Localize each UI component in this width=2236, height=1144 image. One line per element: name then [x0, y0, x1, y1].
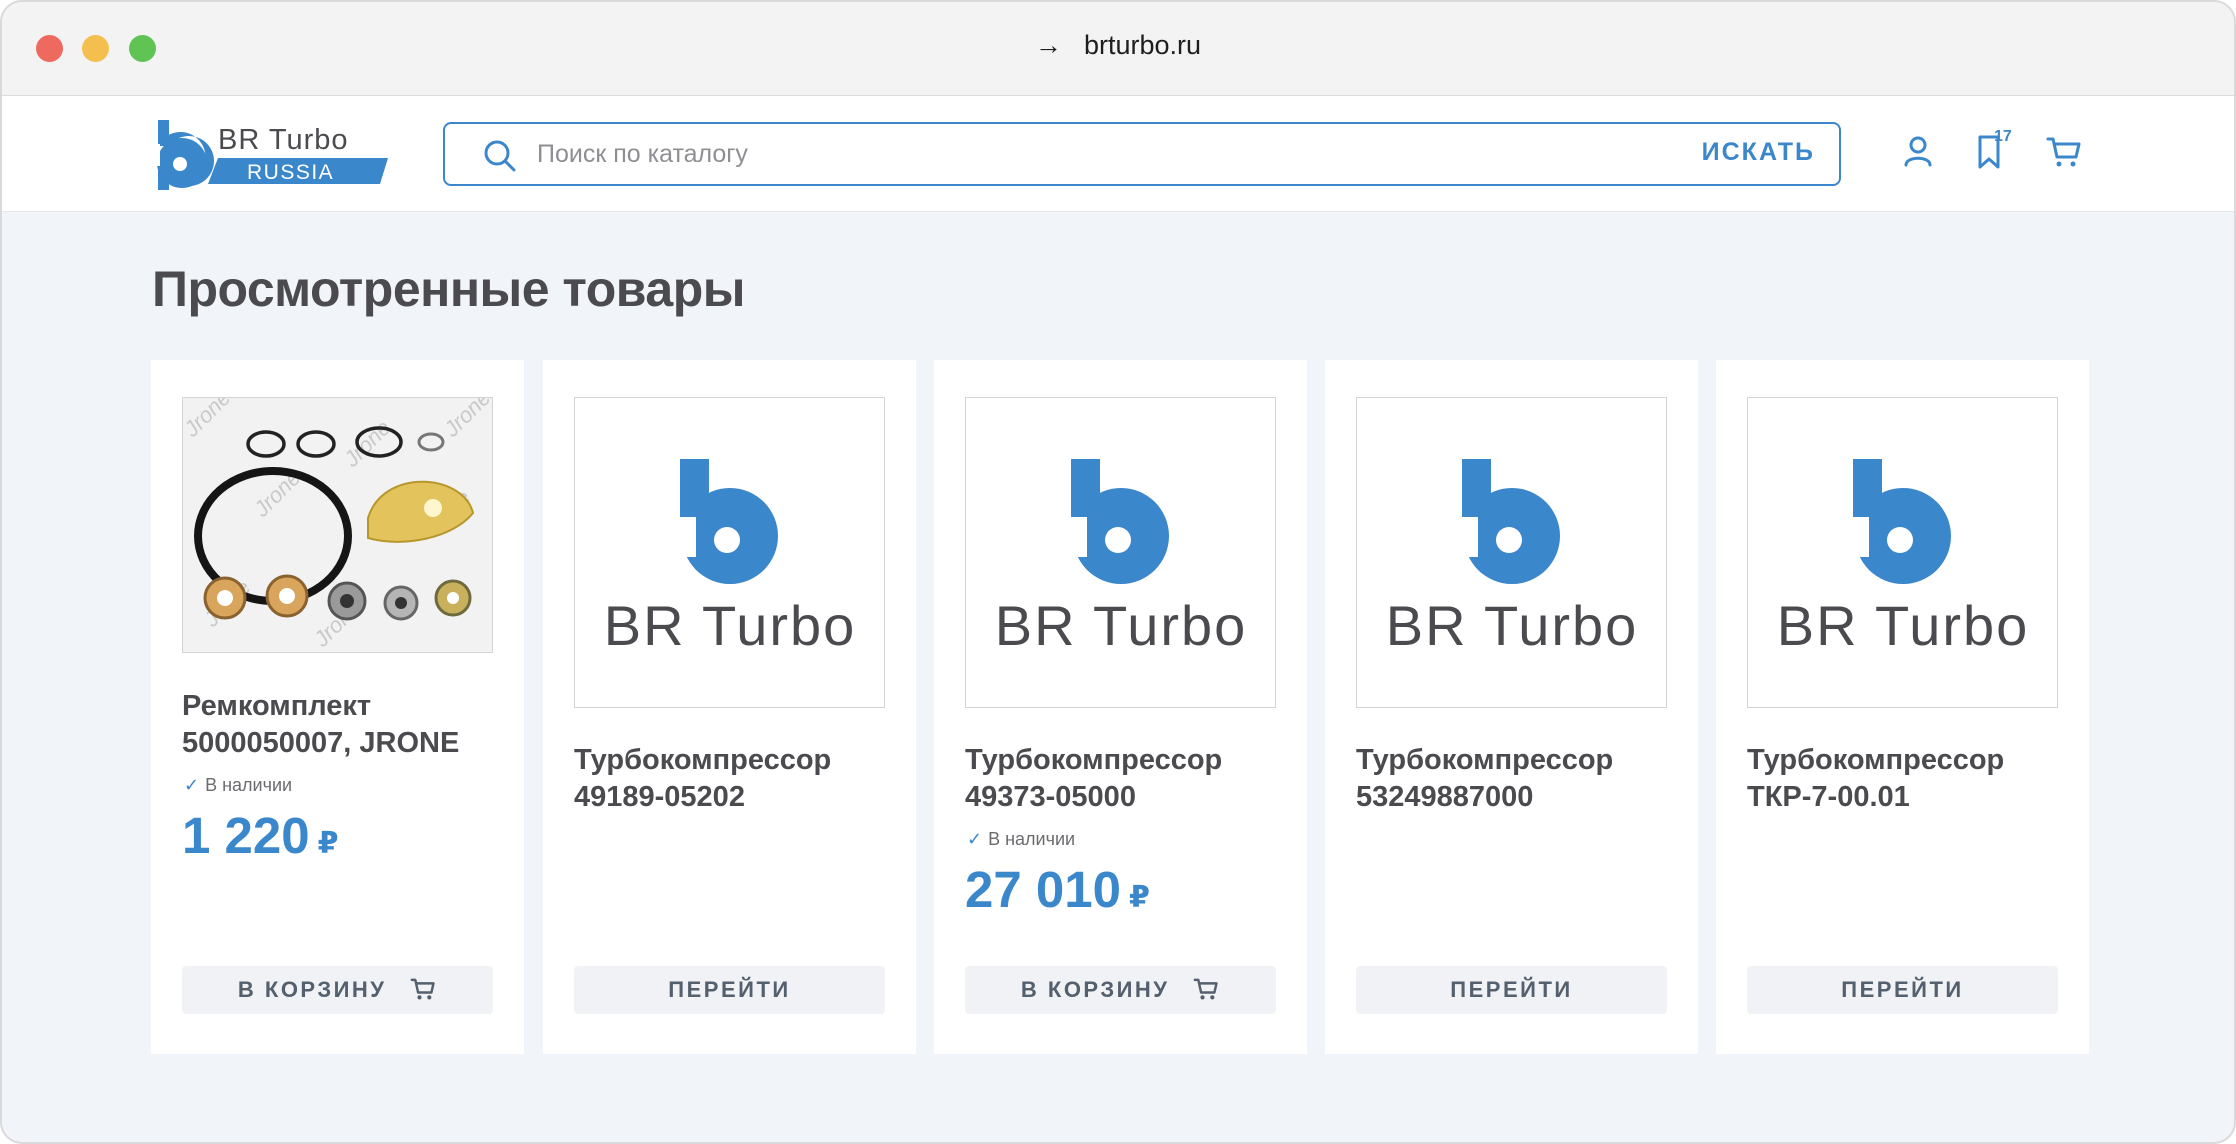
br-turbo-logo-image[interactable]: BR Turbo — [1356, 397, 1667, 708]
go-to-product-button[interactable]: ПЕРЕЙТИ — [1356, 966, 1667, 1014]
product-price: 1 220 ₽ — [182, 806, 339, 865]
product-name[interactable]: Турбокомпрессор 49189-05202 — [574, 742, 894, 816]
cart-icon[interactable] — [2044, 132, 2084, 172]
svg-text:RUSSIA: RUSSIA — [247, 161, 334, 184]
button-label: В КОРЗИНУ — [1020, 977, 1170, 1002]
address-bar[interactable]: → brturbo.ru — [2, 30, 2234, 61]
product-card[interactable]: BR Turbo Турбокомпрессор 49373-05000 ✓ В … — [934, 360, 1307, 1054]
svg-text:BR Turbo: BR Turbo — [995, 594, 1248, 657]
stock-status: ✓ В наличии — [967, 829, 1075, 850]
product-name[interactable]: Турбокомпрессор ТКР-7-00.01 — [1747, 742, 2067, 816]
svg-text:BR Turbo: BR Turbo — [218, 124, 349, 156]
product-name[interactable]: Ремкомплект 5000050007, JRONE — [182, 688, 502, 762]
cart-icon — [410, 978, 435, 1000]
site-logo[interactable]: BR Turbo RUSSIA — [152, 116, 392, 194]
product-name[interactable]: Турбокомпрессор 53249887000 — [1356, 742, 1676, 816]
button-label: В КОРЗИНУ — [237, 977, 387, 1002]
br-turbo-logo-image[interactable]: BR Turbo — [965, 397, 1276, 708]
currency-symbol: ₽ — [317, 827, 339, 860]
search-bar: ИСКАТЬ — [443, 122, 1841, 186]
product-card[interactable]: BR Turbo Турбокомпрессор 53249887000 ПЕР… — [1325, 360, 1698, 1054]
user-icon[interactable] — [1898, 132, 1938, 172]
product-list: Jrone Jrone Jrone Jrone Jrone Jrone Jron… — [151, 360, 2089, 1054]
currency-symbol: ₽ — [1129, 881, 1150, 914]
product-price: 27 010 ₽ — [965, 860, 1150, 919]
price-value: 1 220 — [182, 807, 310, 864]
product-name[interactable]: Турбокомпрессор 49373-05000 — [965, 742, 1285, 816]
svg-text:BR Turbo: BR Turbo — [1386, 594, 1639, 657]
product-card[interactable]: BR Turbo Турбокомпрессор ТКР-7-00.01 ПЕР… — [1716, 360, 2089, 1054]
page-title: Просмотренные товары — [152, 261, 745, 317]
check-icon: ✓ — [184, 775, 200, 795]
product-card[interactable]: Jrone Jrone Jrone Jrone Jrone Jrone Jron… — [151, 360, 524, 1054]
stock-status: ✓ В наличии — [184, 775, 292, 796]
site-header: BR Turbo RUSSIA ИСКАТЬ 17 — [2, 96, 2234, 212]
add-to-cart-button[interactable]: В КОРЗИНУ — [965, 966, 1276, 1014]
search-input[interactable] — [537, 134, 1587, 174]
svg-text:BR Turbo: BR Turbo — [1777, 594, 2030, 657]
svg-text:BR Turbo: BR Turbo — [604, 594, 857, 657]
product-card[interactable]: BR Turbo Турбокомпрессор 49189-05202 ПЕР… — [543, 360, 916, 1054]
browser-titlebar: → brturbo.ru — [2, 2, 2234, 96]
favorites-count-badge: 17 — [1994, 128, 2012, 145]
go-to-product-button[interactable]: ПЕРЕЙТИ — [1747, 966, 2058, 1014]
add-to-cart-button[interactable]: В КОРЗИНУ — [182, 966, 493, 1014]
check-icon: ✓ — [967, 829, 983, 849]
stock-label: В наличии — [205, 775, 293, 795]
br-turbo-logo-image[interactable]: BR Turbo — [574, 397, 885, 708]
stock-label: В наличии — [988, 829, 1076, 849]
price-value: 27 010 — [965, 861, 1121, 918]
arrow-icon: → — [1034, 30, 1062, 60]
br-turbo-logo-image[interactable]: BR Turbo — [1747, 397, 2058, 708]
go-to-product-button[interactable]: ПЕРЕЙТИ — [574, 966, 885, 1014]
search-button[interactable]: ИСКАТЬ — [1702, 138, 1815, 167]
product-image[interactable]: Jrone Jrone Jrone Jrone Jrone Jrone Jron… — [182, 397, 493, 653]
search-icon[interactable] — [483, 139, 517, 173]
browser-window: → brturbo.ru BR Turbo RUSSIA ИСКАТЬ — [0, 0, 2236, 1144]
cart-icon — [1193, 978, 1218, 1000]
url-text: brturbo.ru — [1083, 30, 1202, 60]
